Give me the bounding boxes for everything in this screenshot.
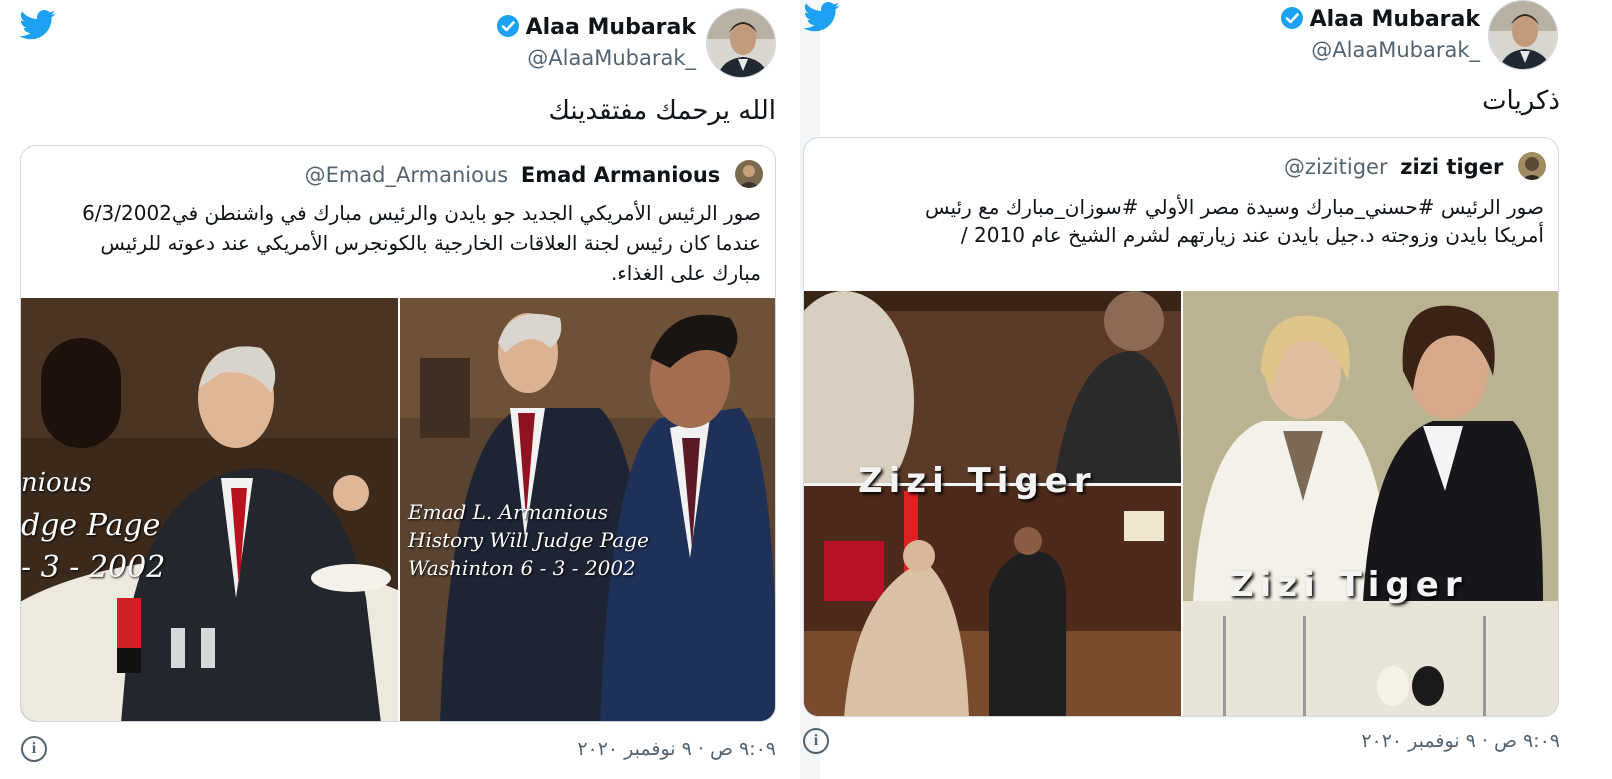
info-icon[interactable]: i [21, 736, 47, 762]
quoted-author-avatar [1518, 152, 1546, 180]
tweet-meta: i ٩:٠٩ ص · ٩ نوفمبر ٢٠٢٠ [803, 728, 1612, 758]
photo2-caption-2: History Will Judge Page [408, 528, 649, 552]
quoted-author-name: zizi tiger [1400, 155, 1504, 179]
photo2-watermark: Zizi Tiger [1229, 565, 1468, 605]
photo1-caption-1: nious [21, 468, 92, 498]
tweet-card-left[interactable]: Alaa Mubarak @AlaaMubarak_ الله يرحمك مف… [0, 0, 800, 779]
quoted-author-avatar [735, 160, 763, 188]
tweet-timestamp[interactable]: ٩:٠٩ ص · ٩ نوفمبر ٢٠٢٠ [577, 738, 776, 760]
quoted-text-line-3: مبارك على الغذاء. [610, 261, 761, 285]
quoted-text-line-2: أمريكا بايدن وزوجته د.جيل بايدن عند زيار… [960, 223, 1544, 247]
quoted-photo-2[interactable]: Emad L. Armanious History Will Judge Pag… [400, 298, 775, 721]
author-handle[interactable]: @AlaaMubarak_ [1311, 38, 1480, 62]
info-icon[interactable]: i [803, 728, 829, 754]
tweet-card-right[interactable]: Alaa Mubarak @AlaaMubarak_ ذكريات @zizit… [803, 0, 1612, 779]
quoted-tweet[interactable]: @zizitiger zizi tiger صور الرئيس #حسني_م… [803, 137, 1559, 717]
tweet-text: ذكريات [1482, 86, 1560, 116]
author-avatar[interactable] [706, 8, 776, 78]
photo1-watermark: Zizi Tiger [858, 461, 1097, 501]
author-name[interactable]: Alaa Mubarak [496, 14, 696, 40]
author-name[interactable]: Alaa Mubarak [1280, 6, 1480, 32]
twitter-bird-icon[interactable] [20, 10, 56, 40]
author-handle[interactable]: @AlaaMubarak_ [527, 46, 696, 70]
quoted-author-name: Emad Armanious [520, 163, 721, 187]
quoted-header: @Emad_Armanious Emad Armanious [305, 160, 763, 190]
quoted-photo-1[interactable]: Zizi Tiger [804, 291, 1181, 716]
tweet-text: الله يرحمك مفتقدينك [548, 96, 776, 126]
author-name-text: Alaa Mubarak [1309, 7, 1480, 32]
quoted-author-handle: @zizitiger [1283, 155, 1388, 179]
tweet-meta: i ٩:٠٩ ص · ٩ نوفمبر ٢٠٢٠ [0, 736, 800, 766]
quoted-tweet[interactable]: @Emad_Armanious Emad Armanious صور الرئي… [20, 145, 776, 722]
quoted-text-line-1: صور الرئيس الأمريكي الجديد جو بايدن والر… [82, 201, 761, 225]
verified-badge-icon [496, 14, 520, 38]
twitter-bird-icon[interactable] [804, 2, 840, 32]
photo1-caption-3: - 3 - 2002 [21, 550, 166, 585]
quoted-photo-2[interactable]: Zizi Tiger [1183, 291, 1558, 716]
verified-badge-icon [1280, 6, 1304, 30]
photo2-caption-3: Washinton 6 - 3 - 2002 [408, 556, 636, 580]
photo1-caption-2: dge Page [21, 508, 161, 543]
quoted-header: @zizitiger zizi tiger [1284, 152, 1546, 182]
tweet-timestamp[interactable]: ٩:٠٩ ص · ٩ نوفمبر ٢٠٢٠ [1361, 730, 1560, 752]
author-avatar[interactable] [1488, 0, 1558, 70]
author-name-text: Alaa Mubarak [525, 15, 696, 40]
quoted-author-handle: @Emad_Armanious [304, 163, 509, 187]
quoted-text-line-1: صور الرئيس #حسني_مبارك وسيدة مصر الأولي … [924, 195, 1544, 219]
photo2-caption-1: Emad L. Armanious [408, 500, 608, 524]
quoted-photo-1[interactable]: nious dge Page - 3 - 2002 [21, 298, 398, 721]
quoted-text-line-2: عندما كان رئيس لجنة العلاقات الخارجية با… [100, 231, 761, 255]
